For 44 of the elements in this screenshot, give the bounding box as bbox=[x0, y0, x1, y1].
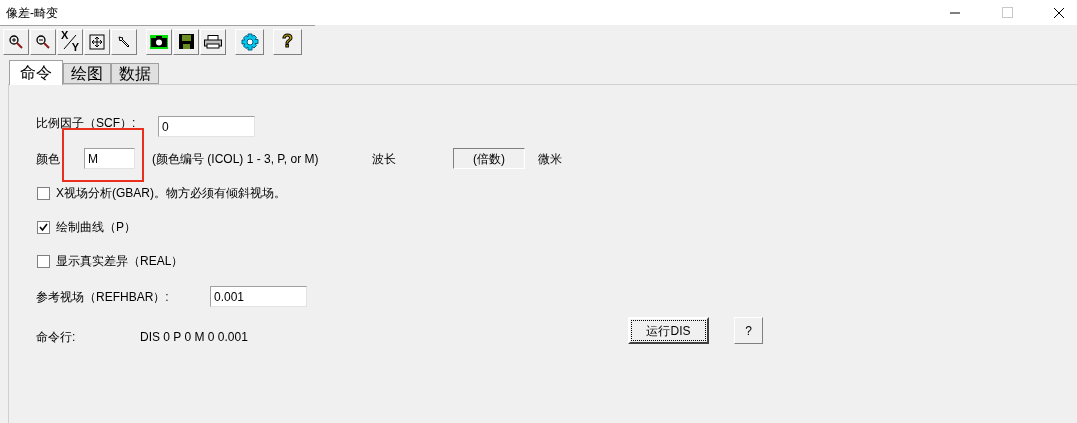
checkbox-label: X视场分析(GBAR)。物方必须有倾斜视场。 bbox=[56, 185, 286, 202]
wavelength-field: (倍数) bbox=[453, 148, 525, 169]
checkbox[interactable] bbox=[37, 186, 50, 200]
tab[interactable]: 绘图 bbox=[63, 63, 111, 84]
toolbar-button[interactable] bbox=[84, 28, 110, 55]
axis-label: X bbox=[61, 29, 69, 41]
field-label: 颜色 bbox=[36, 150, 61, 168]
checkbox[interactable] bbox=[37, 220, 50, 234]
arrow-icon bbox=[117, 34, 131, 49]
command-text: DIS 0 P 0 M 0 0.001 bbox=[140, 328, 249, 346]
fit-arrows-icon bbox=[89, 33, 105, 50]
scf-field[interactable]: 0 bbox=[158, 116, 255, 137]
action-button[interactable]: ? bbox=[734, 317, 763, 344]
color-field[interactable]: M bbox=[84, 148, 135, 169]
toolbar-button[interactable] bbox=[200, 28, 226, 55]
toolbar-button[interactable] bbox=[30, 28, 56, 55]
checkbox-label: 显示真实差异（REAL） bbox=[56, 253, 184, 270]
close-icon[interactable] bbox=[1053, 6, 1065, 19]
help-button[interactable]: ? bbox=[273, 28, 302, 55]
action-button[interactable]: 运行DIS bbox=[628, 317, 709, 344]
toolbar-button[interactable] bbox=[3, 28, 29, 55]
tab[interactable]: 命令 bbox=[9, 60, 63, 85]
axis-label: Y bbox=[71, 41, 79, 53]
checkbox[interactable] bbox=[37, 254, 50, 268]
settings-icon bbox=[240, 32, 259, 51]
slash-icon bbox=[61, 32, 79, 51]
command-label: 命令行: bbox=[36, 328, 77, 346]
toolbar-button[interactable] bbox=[235, 28, 264, 55]
field-hint: (颜色编号 (ICOL) 1 - 3, P, or M) bbox=[152, 150, 320, 168]
zoom-out-icon bbox=[35, 33, 51, 50]
axes-toggle-button[interactable]: X Y bbox=[57, 28, 83, 55]
refhbar-field[interactable]: 0.001 bbox=[210, 286, 307, 307]
camera-icon bbox=[150, 34, 168, 49]
toolbar-button[interactable] bbox=[173, 28, 199, 55]
tab[interactable]: 数据 bbox=[111, 63, 159, 84]
toolbar-button[interactable] bbox=[111, 28, 137, 55]
field-label: 波长 bbox=[372, 150, 397, 168]
checkbox-label: 绘制曲线（P） bbox=[56, 219, 136, 236]
zoom-in-icon bbox=[8, 33, 24, 50]
printer-icon bbox=[204, 34, 222, 49]
field-label: 参考视场（REFHBAR）: bbox=[36, 288, 170, 306]
toolbar-button[interactable] bbox=[146, 28, 172, 55]
unit-label: 微米 bbox=[538, 150, 562, 168]
window-title: 像差-畸变 bbox=[6, 4, 58, 22]
